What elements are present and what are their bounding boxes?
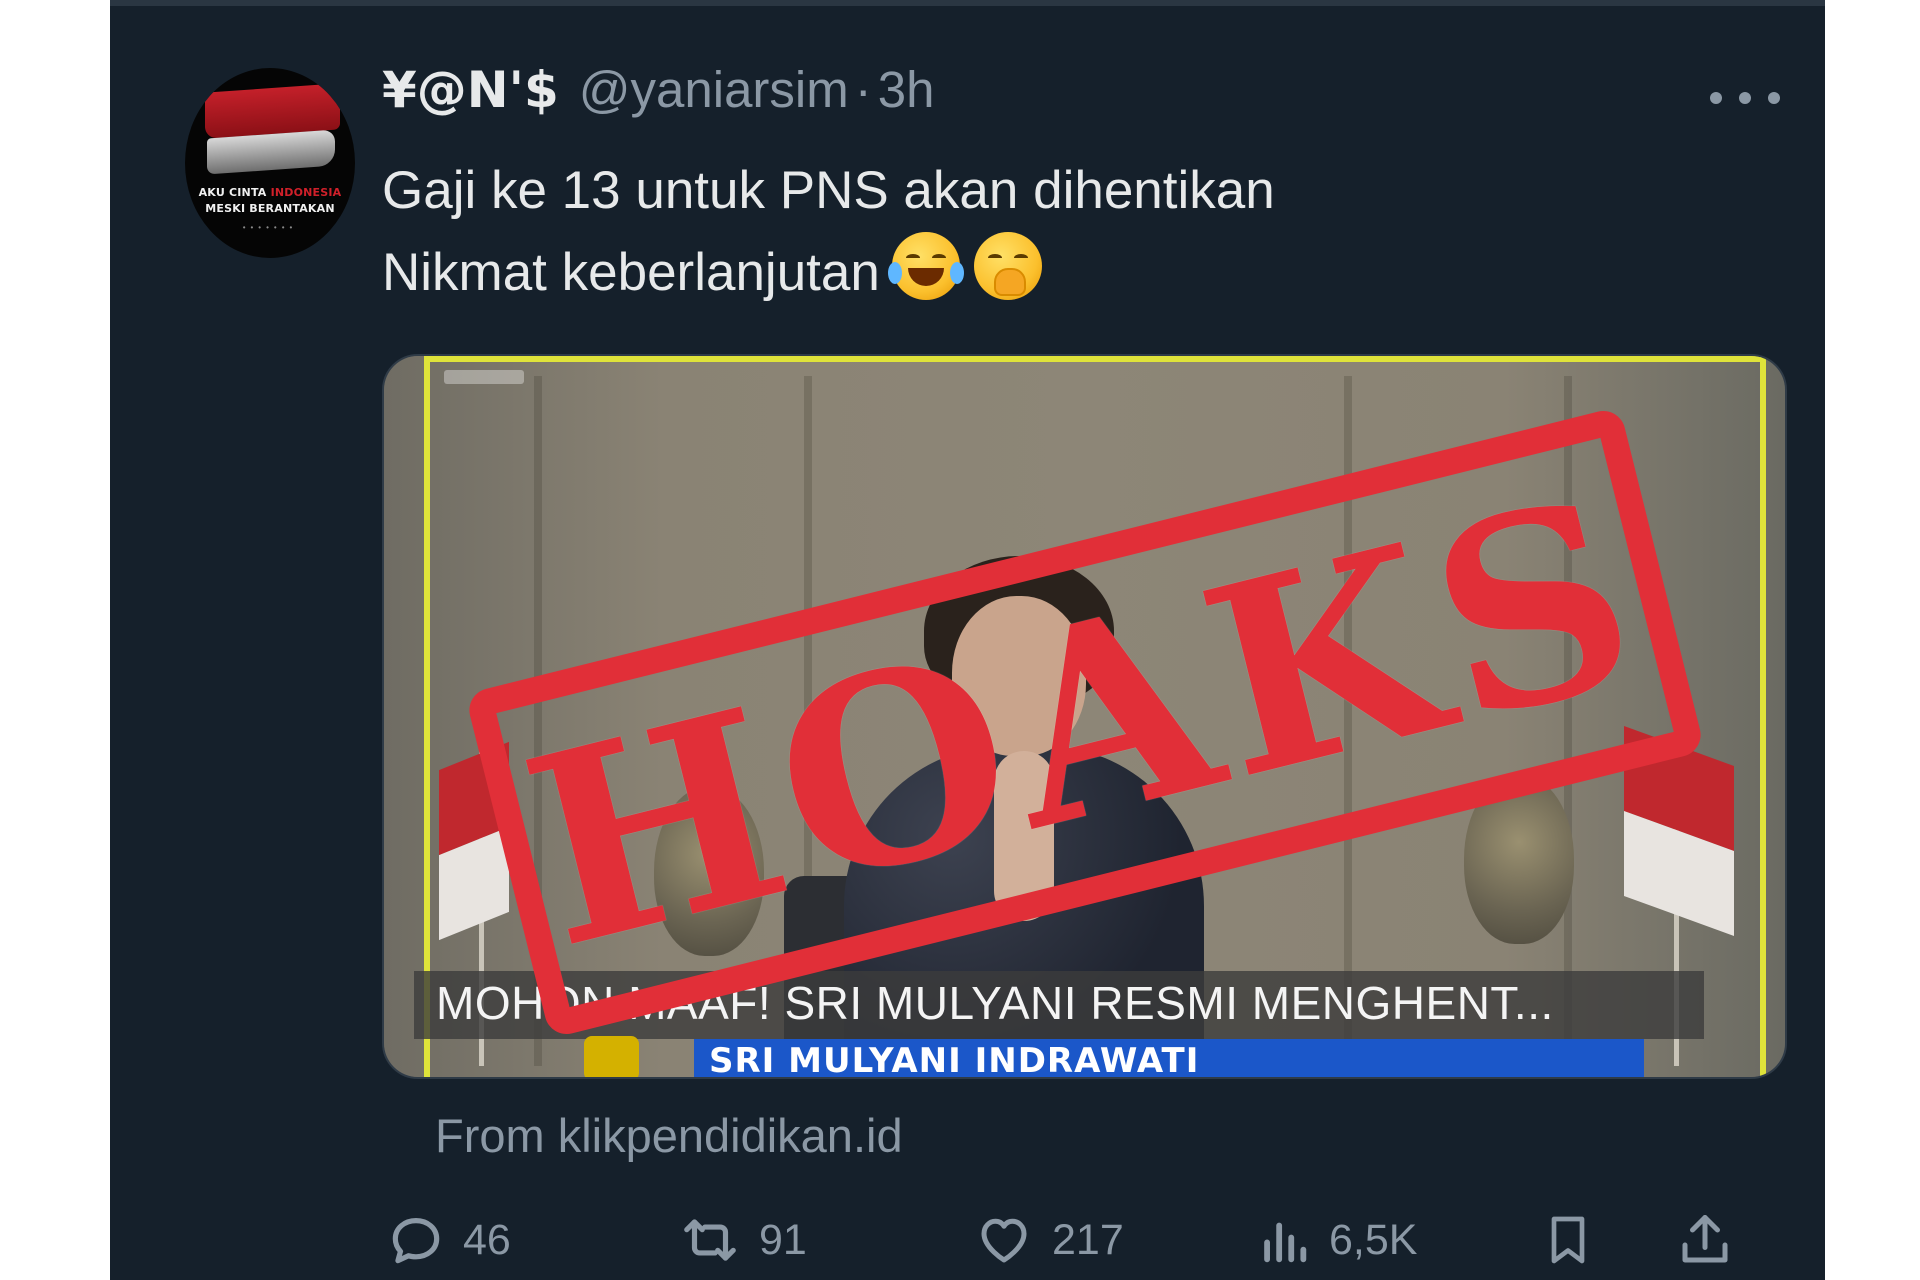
tweet-text: Gaji ke 13 untuk PNS akan dihentikan Nik… (382, 150, 1275, 314)
tweet-actions: 46 91 217 6,5K (385, 1205, 1805, 1275)
avatar-text-line2: MESKI BERANTAKAN (205, 202, 335, 215)
like-button[interactable]: 217 (972, 1205, 1124, 1275)
video-caption: MOHON MAAF! SRI MULYANI RESMI MENGHENT..… (436, 977, 1554, 1029)
display-name[interactable]: ¥@N'$ (382, 61, 559, 119)
reply-button[interactable]: 46 (385, 1205, 511, 1275)
views-button[interactable]: 6,5K (1255, 1205, 1417, 1275)
ministry-logo (584, 1036, 639, 1077)
like-icon (981, 1218, 1027, 1263)
avatar-dots: ••••••• (242, 223, 298, 232)
face-with-tears-of-joy-emoji (887, 232, 964, 300)
separator-dot: · (854, 61, 872, 118)
views-count: 6,5K (1329, 1215, 1418, 1264)
views-icon (1264, 1222, 1307, 1263)
more-horizontal-icon[interactable] (1710, 92, 1780, 104)
reply-count: 46 (463, 1215, 511, 1264)
retweet-count: 91 (759, 1215, 807, 1264)
top-divider (110, 0, 1825, 6)
share-button[interactable] (1675, 1205, 1735, 1275)
reply-icon (392, 1218, 440, 1264)
tweet-text-line2: Nikmat keberlanjutan (382, 232, 1275, 314)
face-with-hand-over-mouth-emoji (973, 232, 1042, 300)
tweet-timestamp[interactable]: 3h (878, 60, 935, 119)
tweet-header: ¥@N'$ @yaniarsim · 3h (382, 60, 934, 130)
avatar-flag-white (207, 129, 335, 175)
avatar[interactable]: AKU CINTA INDONESIA MESKI BERANTAKAN •••… (185, 68, 355, 258)
avatar-text-line1: AKU CINTA INDONESIA (198, 186, 342, 199)
bookmark-icon (1551, 1216, 1585, 1264)
like-count: 217 (1052, 1215, 1124, 1264)
media-source-link[interactable]: From klikpendidikan.id (435, 1108, 903, 1163)
retweet-button[interactable]: 91 (677, 1205, 807, 1275)
bookmark-button[interactable] (1540, 1205, 1596, 1275)
lower-third-name: SRI MULYANI INDRAWATI (709, 1041, 1200, 1079)
tweet-text-line1: Gaji ke 13 untuk PNS akan dihentikan (382, 161, 1275, 220)
video-thumbnail[interactable]: MOHON MAAF! SRI MULYANI RESMI MENGHENT..… (382, 354, 1787, 1079)
tweet-screenshot: AKU CINTA INDONESIA MESKI BERANTAKAN •••… (110, 0, 1825, 1280)
share-icon (1682, 1215, 1728, 1263)
user-handle[interactable]: @yaniarsim (579, 60, 849, 119)
retweet-icon (684, 1219, 736, 1261)
